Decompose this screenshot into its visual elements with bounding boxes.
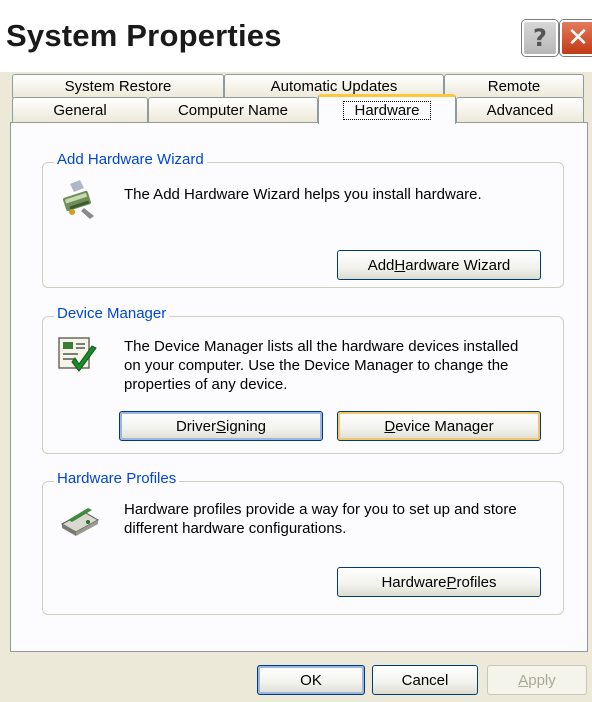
cancel-button[interactable]: Cancel — [372, 665, 478, 695]
tab-label: Remote — [487, 78, 541, 95]
tab-label: System Restore — [64, 78, 172, 95]
apply-button[interactable]: Apply — [487, 665, 587, 695]
button-mnemonic: H — [394, 256, 406, 274]
button-label: ardware Wizard — [405, 256, 511, 274]
button-label: Cancel — [401, 671, 449, 689]
tab-label: Computer Name — [177, 101, 289, 119]
device-manager-description: The Device Manager lists all the hardwar… — [124, 337, 518, 394]
device-manager-button[interactable]: Device Manager — [337, 411, 541, 441]
tab-label: Advanced — [486, 101, 554, 119]
close-icon: ✕ — [567, 23, 589, 53]
tab-label: Automatic Updates — [270, 78, 398, 95]
tab-advanced[interactable]: Advanced — [456, 97, 584, 122]
hardware-profiles-group-title: Hardware Profiles — [54, 470, 180, 487]
button-label: evice Manager — [395, 417, 494, 435]
tab-hardware[interactable]: Hardware — [318, 94, 456, 124]
close-button[interactable]: ✕ — [560, 20, 592, 56]
tab-general[interactable]: General — [12, 97, 148, 122]
tab-label: General — [53, 101, 107, 119]
hardware-profiles-icon — [58, 500, 102, 543]
ok-button[interactable]: OK — [257, 665, 365, 695]
help-icon: ? — [533, 24, 547, 52]
add-hardware-description: The Add Hardware Wizard helps you instal… — [124, 186, 482, 203]
tab-computer-name[interactable]: Computer Name — [148, 97, 318, 122]
button-mnemonic: D — [384, 417, 396, 435]
device-manager-group-title: Device Manager — [54, 305, 170, 322]
button-label: Hardware — [381, 573, 447, 591]
button-label: Driver — [175, 417, 216, 435]
hardware-wizard-icon — [60, 178, 100, 225]
hardware-profiles-description: Hardware profiles provide a way for you … — [124, 500, 517, 538]
button-label: pply — [528, 671, 556, 689]
description-line: different hardware configurations. — [124, 520, 347, 537]
button-label: rofiles — [456, 573, 497, 591]
title-bar[interactable]: System Properties ? ✕ — [0, 0, 592, 72]
button-label: OK — [300, 671, 322, 689]
button-mnemonic: A — [518, 671, 529, 689]
system-properties-window: System Properties ? ✕ System Restore Aut… — [0, 0, 592, 702]
tab-system-restore[interactable]: System Restore — [12, 74, 224, 98]
hardware-profiles-button[interactable]: Hardware Profiles — [337, 567, 541, 597]
driver-signing-button[interactable]: Driver Signing — [119, 411, 323, 441]
button-label: igning — [225, 417, 267, 435]
description-line: on your computer. Use the Device Manager… — [124, 357, 509, 374]
tab-label: Hardware — [343, 101, 431, 120]
window-title: System Properties — [6, 18, 282, 53]
description-line: properties of any device. — [124, 376, 288, 393]
add-hardware-group-title: Add Hardware Wizard — [54, 151, 207, 168]
add-hardware-wizard-button[interactable]: Add Hardware Wizard — [337, 250, 541, 280]
description-line: Hardware profiles provide a way for you … — [124, 501, 517, 518]
button-mnemonic: P — [446, 573, 457, 591]
device-manager-icon — [58, 336, 100, 381]
help-button[interactable]: ? — [522, 20, 558, 56]
description-line: The Device Manager lists all the hardwar… — [124, 338, 519, 355]
button-label: Add — [367, 256, 395, 274]
button-mnemonic: S — [215, 417, 226, 435]
tab-remote[interactable]: Remote — [444, 74, 584, 98]
